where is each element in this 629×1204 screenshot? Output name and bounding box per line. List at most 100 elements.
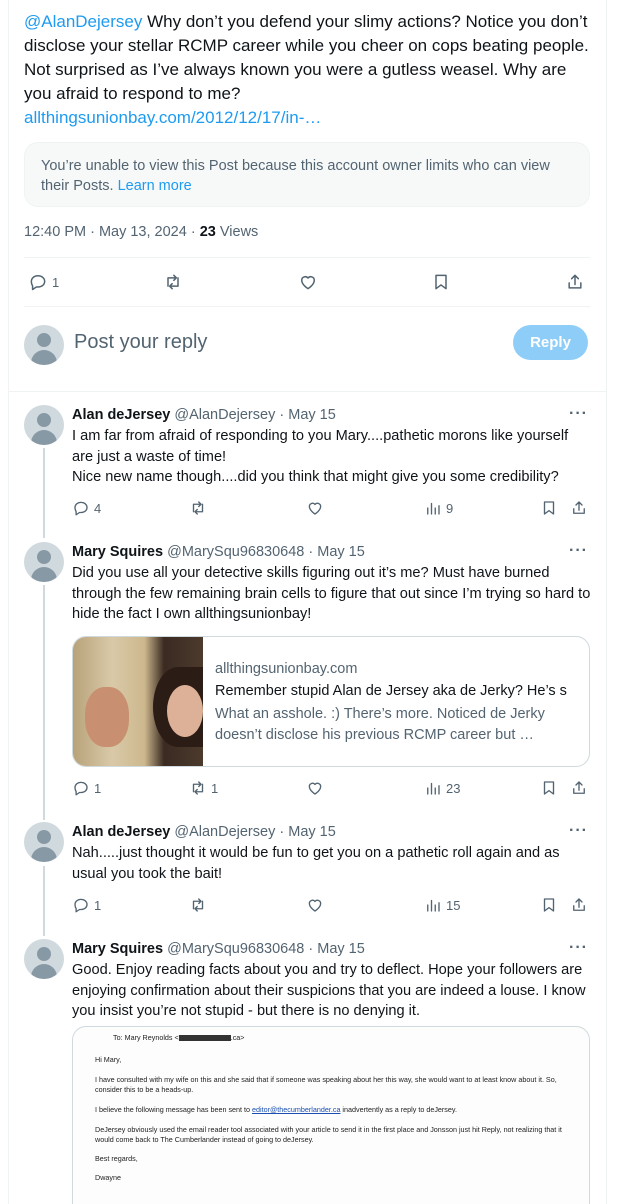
more-options-icon[interactable]: ···	[569, 822, 588, 840]
mention-link[interactable]: @AlanDejersey	[24, 12, 142, 31]
learn-more-link[interactable]: Learn more	[118, 178, 192, 194]
more-options-icon[interactable]: ···	[569, 542, 588, 560]
like-button[interactable]	[298, 272, 318, 292]
bookmark-icon	[543, 898, 555, 912]
link-preview-card[interactable]: allthingsunionbay.com Remember stupid Al…	[72, 636, 590, 767]
avatar[interactable]	[24, 405, 64, 445]
card-thumbnail-person	[85, 687, 129, 747]
retweet-button[interactable]	[189, 499, 207, 517]
divider	[8, 391, 607, 392]
email-address: editor@thecumberlander.ca	[252, 1105, 341, 1114]
author-name[interactable]: Alan deJersey	[72, 824, 170, 840]
views-button[interactable]: 9	[424, 499, 453, 517]
more-options-icon[interactable]: ···	[569, 405, 588, 423]
reply-button[interactable]: 4	[72, 499, 101, 517]
bookmark-button[interactable]	[540, 896, 558, 914]
thread-line	[43, 585, 45, 820]
views-count: 15	[446, 897, 461, 913]
author-handle[interactable]: @AlanDejersey	[174, 407, 275, 423]
reply-icon	[30, 275, 46, 291]
reply-button[interactable]: 1	[28, 272, 59, 292]
share-icon	[573, 898, 585, 911]
email-paragraph-text: inadvertently as a reply to deJersey.	[340, 1105, 457, 1114]
attached-image-email[interactable]: To: Mary Reynolds < .ca> Hi Mary, I have …	[72, 1026, 590, 1204]
tweet-actions: 1	[24, 266, 590, 302]
like-icon	[308, 502, 322, 515]
more-options-icon[interactable]: ···	[569, 939, 588, 957]
redacted-text	[178, 1035, 231, 1042]
views-button[interactable]: 15	[424, 896, 460, 914]
author-name[interactable]: Mary Squires	[72, 544, 163, 560]
post-header: Mary Squires @MarySqu96830648 · May 15	[72, 939, 365, 959]
post-date[interactable]: May 15	[288, 824, 336, 840]
share-icon	[568, 274, 582, 289]
email-paragraph-text: I believe the following message has been…	[95, 1105, 253, 1114]
author-handle[interactable]: @MarySqu96830648	[167, 941, 304, 957]
share-icon	[573, 501, 585, 514]
like-button[interactable]	[306, 896, 324, 914]
share-button[interactable]	[570, 896, 588, 914]
retweet-button[interactable]: 1	[189, 779, 218, 797]
reply-submit-button[interactable]: Reply	[513, 325, 588, 360]
reply-input[interactable]: Post your reply	[74, 331, 207, 354]
post-text: Nah.....just thought it would be fun to …	[72, 845, 560, 882]
bookmark-button[interactable]	[540, 779, 558, 797]
retweet-button[interactable]	[163, 272, 183, 292]
email-to: To: Mary Reynolds <	[113, 1033, 179, 1042]
card-thumbnail-person	[167, 685, 203, 737]
author-handle[interactable]: @AlanDejersey	[174, 824, 275, 840]
avatar[interactable]	[24, 939, 64, 979]
post-date[interactable]: May 15	[317, 941, 365, 957]
email-paragraph: DeJersey obviously used the email reader…	[95, 1125, 562, 1144]
views-icon	[427, 502, 440, 515]
reply-button[interactable]: 1	[72, 779, 101, 797]
share-button[interactable]	[570, 779, 588, 797]
author-name[interactable]: Mary Squires	[72, 941, 163, 957]
retweet-icon	[192, 898, 204, 912]
like-icon	[308, 899, 322, 912]
email-paragraph: I have consulted with my wife on this an…	[95, 1075, 557, 1094]
card-thumbnail	[73, 637, 203, 766]
post-text: Good. Enjoy reading facts about you and …	[72, 962, 586, 1019]
reply-count: 1	[94, 780, 102, 796]
retweet-button[interactable]	[189, 896, 207, 914]
retweet-count: 1	[211, 780, 219, 796]
tweet-text: @AlanDejersey Why don’t you defend your …	[24, 10, 594, 130]
retweet-icon	[167, 274, 179, 290]
like-button[interactable]	[306, 779, 324, 797]
post-header: Alan deJersey @AlanDejersey · May 15	[72, 822, 336, 842]
email-signature: Dwayne	[95, 1173, 121, 1182]
bookmark-button[interactable]	[540, 499, 558, 517]
retweet-icon	[192, 781, 204, 795]
separator: ·	[275, 824, 289, 840]
bookmark-button[interactable]	[431, 272, 451, 292]
thread-line	[43, 448, 45, 538]
separator: ·	[275, 407, 289, 423]
avatar[interactable]	[24, 822, 64, 862]
post-date[interactable]: May 15	[317, 544, 365, 560]
restricted-post-notice: You’re unable to view this Post because …	[24, 142, 590, 207]
like-button[interactable]	[306, 499, 324, 517]
share-button[interactable]	[565, 272, 585, 292]
post-text: I am far from afraid of responding to yo…	[72, 428, 569, 485]
author-handle[interactable]: @MarySqu96830648	[167, 544, 304, 560]
email-to-line: To: Mary Reynolds < .ca>	[113, 1033, 245, 1042]
share-button[interactable]	[570, 499, 588, 517]
thread-line	[43, 866, 45, 936]
post-date[interactable]: May 15	[288, 407, 336, 423]
post-actions: 4 9	[72, 499, 590, 521]
avatar[interactable]	[24, 325, 64, 365]
tweet-link[interactable]: allthingsunionbay.com/2012/12/17/in-…	[24, 108, 321, 127]
separator: ·	[304, 544, 318, 560]
avatar[interactable]	[24, 542, 64, 582]
views-button[interactable]: 23	[424, 779, 460, 797]
post-actions: 1 15	[72, 896, 590, 918]
like-icon	[308, 782, 322, 795]
bookmark-icon	[543, 501, 555, 515]
email-greeting: Hi Mary,	[95, 1055, 122, 1064]
views-icon	[427, 782, 440, 795]
timestamp[interactable]: 12:40 PM · May 13, 2024 ·	[24, 224, 200, 240]
like-icon	[301, 276, 315, 290]
reply-button[interactable]: 1	[72, 896, 101, 914]
author-name[interactable]: Alan deJersey	[72, 407, 170, 423]
